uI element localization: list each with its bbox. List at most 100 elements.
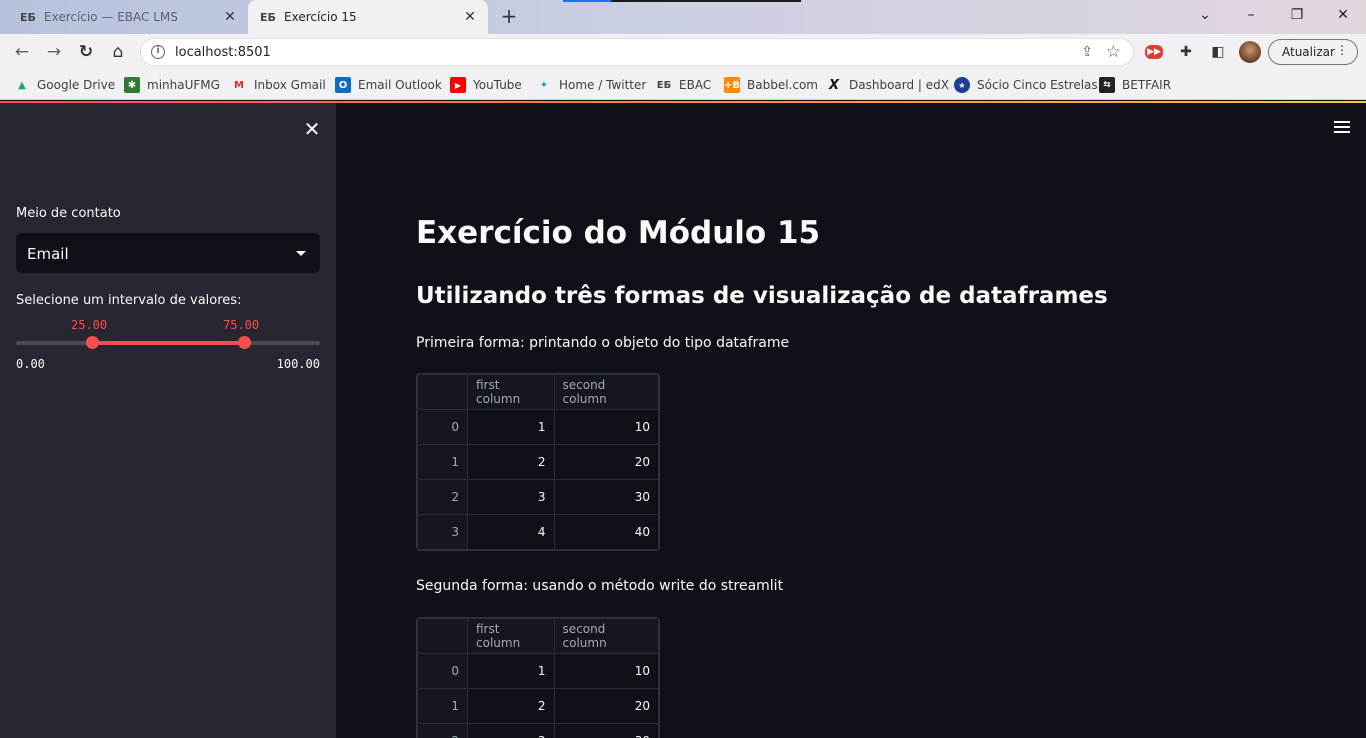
- index-header: [417, 618, 468, 654]
- bookmark-label: BETFAIR: [1122, 78, 1172, 92]
- table-row: 3 4 40: [417, 514, 659, 550]
- tab-ebac-lms[interactable]: ЕБ Exercício — EBAC LMS ✕: [8, 0, 248, 34]
- page-title: Exercício do Módulo 15: [416, 215, 821, 251]
- paragraph-first-form: Primeira forma: printando o objeto do ti…: [416, 335, 790, 351]
- youtube-extension-icon[interactable]: ▶▶: [1145, 45, 1163, 59]
- column-header[interactable]: first column: [467, 374, 555, 410]
- address-bar[interactable]: i localhost:8501 ⇪ ☆: [140, 38, 1134, 66]
- bookmark-youtube[interactable]: ▶ YouTube: [450, 76, 522, 94]
- bookmark-betfair[interactable]: ⇆ BETFAIR: [1099, 76, 1171, 94]
- bookmark-edx[interactable]: X Dashboard | edX: [826, 76, 949, 94]
- google-drive-icon: ▲: [18, 79, 26, 91]
- profile-avatar[interactable]: [1239, 41, 1261, 63]
- table-row: 1 2 20: [417, 688, 659, 724]
- bookmark-star-icon[interactable]: ☆: [1106, 42, 1121, 62]
- home-button[interactable]: ⌂: [106, 40, 130, 64]
- menu-dots-icon: ⋮: [1336, 43, 1348, 57]
- share-icon[interactable]: ⇪: [1081, 44, 1093, 60]
- slider-label: Selecione um intervalo de valores:: [16, 293, 242, 308]
- ebac-icon: ЕБ: [20, 10, 36, 24]
- table-row: 2 3 30: [417, 723, 659, 738]
- tab-strip-accent: [611, 0, 801, 2]
- gmail-icon: M: [234, 79, 244, 91]
- bookmark-label: Dashboard | edX: [849, 78, 949, 92]
- table-cell[interactable]: 20: [553, 444, 659, 480]
- table-cell[interactable]: 30: [553, 723, 659, 738]
- select-value: Email: [27, 245, 69, 263]
- betfair-icon: ⇆: [1099, 77, 1115, 93]
- table-cell[interactable]: 30: [553, 479, 659, 515]
- table-cell[interactable]: 3: [467, 479, 555, 515]
- column-header[interactable]: second column: [553, 618, 659, 654]
- table-row: 0 1 10: [417, 653, 659, 689]
- cruzeiro-icon: ★: [954, 77, 970, 93]
- bookmark-google-drive[interactable]: ▲ Google Drive: [14, 76, 115, 94]
- table-cell[interactable]: 1: [467, 409, 555, 445]
- table-cell[interactable]: 10: [553, 653, 659, 689]
- url-text[interactable]: localhost:8501: [175, 45, 271, 60]
- tab-title: Exercício — EBAC LMS: [44, 10, 178, 24]
- site-info-icon[interactable]: i: [151, 45, 165, 59]
- slider-low-value: 25.00: [71, 318, 108, 332]
- column-header[interactable]: second column: [553, 374, 659, 410]
- close-tab-icon[interactable]: ✕: [222, 9, 238, 25]
- table-cell[interactable]: 20: [553, 688, 659, 724]
- bookmark-socio-cinco-estrelas[interactable]: ★ Sócio Cinco Estrelas: [954, 76, 1098, 94]
- select-label: Meio de contato: [16, 206, 121, 221]
- reload-button[interactable]: ↻: [74, 40, 98, 64]
- browser-toolbar: ← → ↻ ⌂ i localhost:8501 ⇪ ☆ ▶▶ ✚ ◧ Atua…: [0, 34, 1366, 70]
- slider-selected-range: [92, 341, 244, 345]
- bookmark-gmail[interactable]: M Inbox Gmail: [231, 76, 326, 94]
- caret-down-icon: [296, 251, 306, 256]
- restore-button[interactable]: ❐: [1274, 4, 1320, 28]
- bookmarks-bar: ▲ Google Drive ✱ minhaUFMG M Inbox Gmail…: [0, 70, 1366, 100]
- table-cell[interactable]: 2: [467, 688, 555, 724]
- bookmark-outlook[interactable]: O Email Outlook: [335, 76, 442, 94]
- edx-icon: X: [828, 77, 840, 93]
- table-cell[interactable]: 10: [553, 409, 659, 445]
- table-cell[interactable]: 3: [467, 723, 555, 738]
- back-button[interactable]: ←: [10, 40, 34, 64]
- slider-low-thumb[interactable]: [85, 336, 99, 349]
- table-cell[interactable]: 4: [467, 514, 555, 550]
- outlook-icon: O: [335, 77, 351, 93]
- minimize-button[interactable]: –: [1228, 4, 1274, 28]
- ebac-icon: ЕБ: [656, 79, 672, 91]
- tab-loading-indicator: [563, 0, 611, 2]
- bookmark-label: YouTube: [473, 78, 522, 92]
- bookmark-label: Home / Twitter: [559, 78, 647, 92]
- row-index: 0: [417, 653, 468, 689]
- hamburger-menu-icon[interactable]: [1334, 121, 1350, 133]
- bookmark-ebac[interactable]: ЕБ EBAC: [656, 76, 711, 94]
- slider-high-thumb[interactable]: [237, 336, 251, 349]
- table-cell[interactable]: 1: [467, 653, 555, 689]
- contact-method-select[interactable]: Email: [16, 233, 320, 273]
- update-button[interactable]: Atualizar ⋮: [1268, 39, 1358, 65]
- close-tab-icon[interactable]: ✕: [462, 9, 478, 25]
- bookmark-twitter[interactable]: ✦ Home / Twitter: [536, 76, 647, 94]
- bookmark-label: Babbel.com: [747, 78, 818, 92]
- tab-search-chevron-icon[interactable]: ⌄: [1182, 4, 1228, 28]
- bookmark-babbel[interactable]: +B Babbel.com: [724, 76, 818, 94]
- row-index: 2: [417, 479, 468, 515]
- extensions-puzzle-icon[interactable]: ✚: [1176, 42, 1196, 62]
- sidebar: ✕ Meio de contato Email Selecione um int…: [0, 103, 336, 738]
- column-header[interactable]: first column: [467, 618, 555, 654]
- update-button-label: Atualizar: [1282, 45, 1335, 59]
- bookmark-label: Sócio Cinco Estrelas: [977, 78, 1098, 92]
- table-cell[interactable]: 2: [467, 444, 555, 480]
- new-tab-button[interactable]: +: [498, 6, 520, 28]
- slider-min-label: 0.00: [16, 357, 45, 371]
- index-header: [417, 374, 468, 410]
- bookmark-minhaufmg[interactable]: ✱ minhaUFMG: [124, 76, 220, 94]
- dataframe-2[interactable]: first column second column 0 1 10 1 2 20…: [416, 617, 660, 738]
- dataframe-1[interactable]: first column second column 0 1 10 1 2 20…: [416, 373, 660, 551]
- tab-title: Exercício 15: [284, 10, 357, 24]
- forward-button[interactable]: →: [42, 40, 66, 64]
- tab-exercicio-15[interactable]: ЕБ Exercício 15 ✕: [248, 0, 488, 34]
- side-panel-icon[interactable]: ◧: [1208, 42, 1228, 62]
- table-row: 0 1 10: [417, 409, 659, 445]
- close-window-button[interactable]: ✕: [1320, 4, 1366, 28]
- table-cell[interactable]: 40: [553, 514, 659, 550]
- close-sidebar-icon[interactable]: ✕: [302, 119, 322, 139]
